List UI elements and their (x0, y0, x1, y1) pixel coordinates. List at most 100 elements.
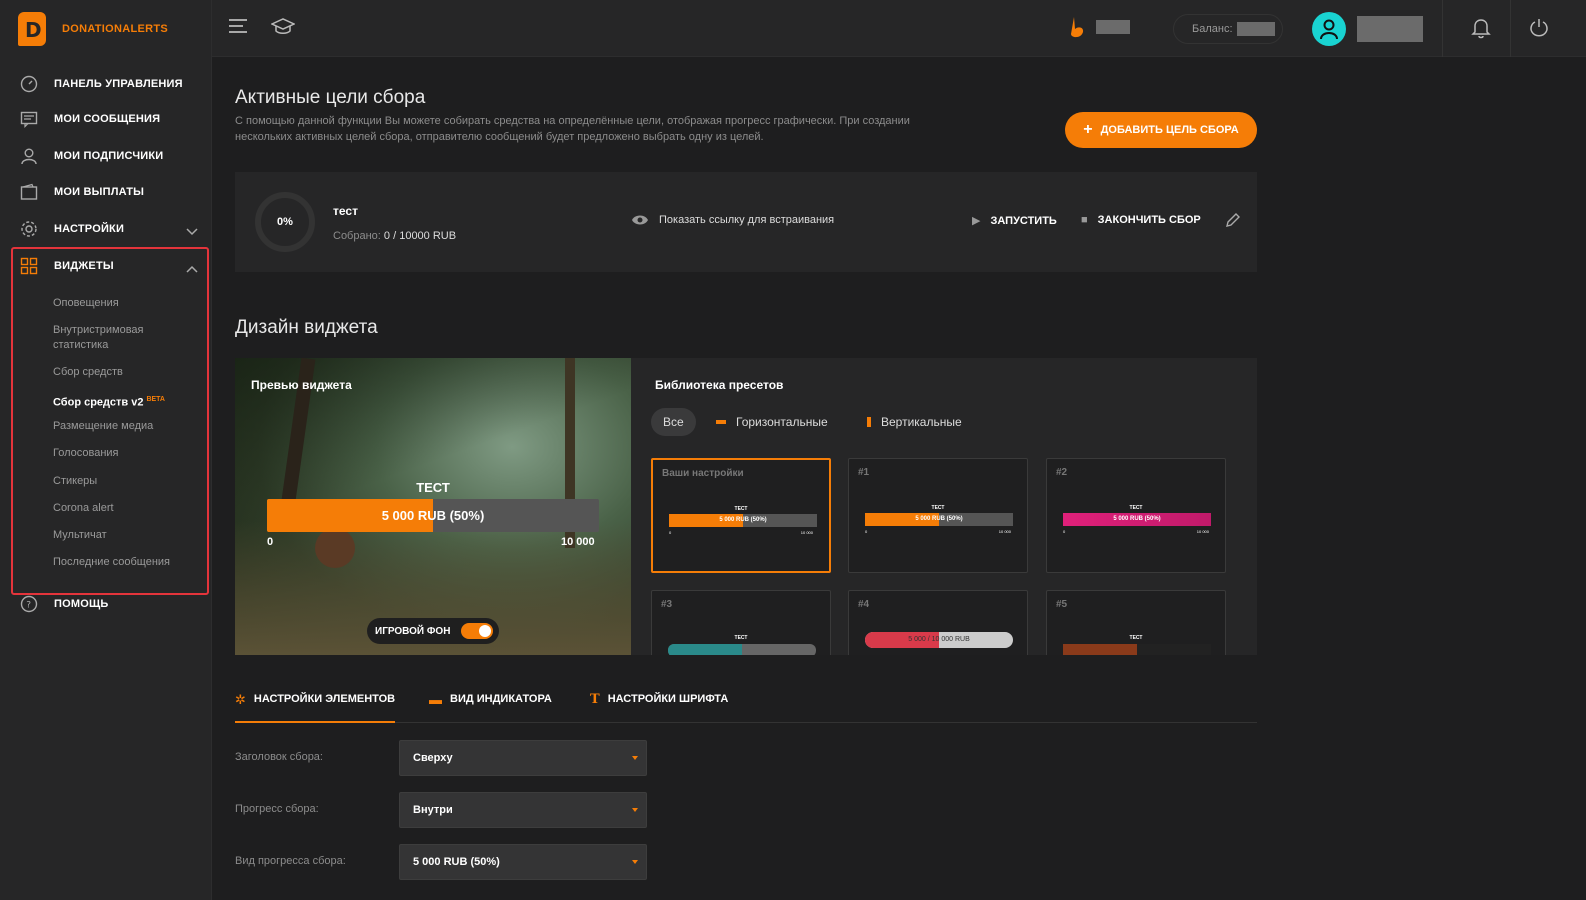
vertical-bar-icon (867, 417, 871, 427)
preset-5[interactable]: #5 ТЕСТ (1046, 590, 1226, 655)
embed-link-button[interactable]: Показать ссылку для встраивания (631, 214, 834, 226)
preset-bar-title: ТЕСТ (931, 505, 945, 511)
preset-min: 0 (865, 529, 868, 534)
sidebar-item-widgets[interactable]: ВИДЖЕТЫ (0, 248, 212, 284)
sidebar-sub-alerts[interactable]: Оповещения (53, 296, 193, 311)
sidebar-sub-label: Сбор средств v2 (53, 396, 144, 409)
preset-bar: 5 000 RUB (50%) (1063, 513, 1211, 526)
gear-icon: ✲ (235, 692, 246, 707)
preset-bar: 5 000 RUB (50%) (865, 513, 1013, 526)
preset-label: #4 (858, 599, 870, 610)
background-barrel (315, 528, 355, 568)
goal-card: 0% тест Собрано: 0 / 10000 RUB Показать … (235, 172, 1257, 272)
indicator-icon: ▬ (429, 692, 442, 707)
preset-2[interactable]: #2 ТЕСТ 5 000 RUB (50%) 0 10 000 (1046, 458, 1226, 573)
toggle-switch[interactable] (461, 623, 493, 639)
goal-collected: Собрано: 0 / 10000 RUB (333, 230, 456, 242)
title-position-select[interactable]: Сверху (399, 740, 647, 776)
preview-progress-bar: 5 000 RUB (50%) (267, 499, 599, 532)
progress-position-select[interactable]: Внутри (399, 792, 647, 828)
preset-label: #3 (661, 599, 673, 610)
preset-bar (668, 644, 816, 655)
start-button[interactable]: ▶ ЗАПУСТИТЬ (972, 214, 1057, 228)
sidebar-item-payouts[interactable]: МОИ ВЫПЛАТЫ (0, 174, 212, 210)
game-background-toggle[interactable]: ИГРОВОЙ ФОН (367, 618, 499, 644)
preview-title: Превью виджета (251, 378, 352, 392)
balance-display[interactable]: Баланс: (1173, 14, 1283, 44)
sidebar-sub-stickers[interactable]: Стикеры (53, 474, 193, 489)
widgets-grid-icon (20, 257, 38, 275)
bell-icon[interactable] (1471, 17, 1491, 44)
sidebar-sub-corona-alert[interactable]: Corona alert (53, 501, 193, 516)
preset-3[interactable]: #3 ТЕСТ (651, 590, 831, 655)
donationalerts-logo-icon (18, 12, 46, 46)
sidebar-item-settings[interactable]: НАСТРОЙКИ (0, 211, 212, 247)
preset-bar-text: 5 000 RUB (50%) (1113, 516, 1161, 522)
sidebar: DONATIONALERTS ПАНЕЛЬ УПРАВЛЕНИЯ МОИ СОО… (0, 0, 212, 900)
sidebar-item-subscribers[interactable]: МОИ ПОДПИСЧИКИ (0, 138, 212, 174)
preset-label: #5 (1056, 599, 1068, 610)
sidebar-item-help[interactable]: ? ПОМОЩЬ (0, 586, 212, 622)
filter-all[interactable]: Все (651, 408, 696, 436)
sidebar-sub-polls[interactable]: Голосования (53, 446, 193, 461)
streamer-service-icon[interactable] (1068, 16, 1088, 45)
sidebar-sub-stream-stats[interactable]: Внутристримовая статистика (53, 323, 193, 353)
sidebar-item-messages[interactable]: МОИ СООБЩЕНИЯ (0, 101, 212, 137)
edit-icon[interactable] (1225, 212, 1241, 233)
form-label: Вид прогресса сбора: (235, 855, 346, 867)
preset-4[interactable]: #4 5 000 / 10 000 RUB (848, 590, 1028, 655)
filter-vertical[interactable]: Вертикальные (867, 408, 962, 436)
menu-icon[interactable] (228, 17, 248, 40)
sidebar-item-dashboard[interactable]: ПАНЕЛЬ УПРАВЛЕНИЯ (0, 66, 212, 102)
preset-your-settings[interactable]: Ваши настройки ТЕСТ 5 000 RUB (50%) 0 10… (651, 458, 831, 573)
progress-view-select[interactable]: 5 000 RUB (50%) (399, 844, 647, 880)
tab-indicator-view[interactable]: ▬ ВИД ИНДИКАТОРА (429, 693, 552, 723)
preset-label: #2 (1056, 467, 1068, 478)
presets-library: Библиотека пресетов Все Горизонтальные В… (631, 358, 1257, 655)
preset-bar-title: ТЕСТ (734, 506, 748, 512)
logo-text: DONATIONALERTS (62, 23, 169, 35)
dashboard-icon (20, 75, 38, 93)
redacted-balance (1236, 22, 1275, 36)
form-label: Прогресс сбора: (235, 803, 319, 815)
preset-bar: 5 000 / 10 000 RUB (865, 632, 1013, 648)
tab-label: ВИД ИНДИКАТОРА (450, 693, 552, 705)
tab-font-settings[interactable]: T НАСТРОЙКИ ШРИФТА (590, 693, 728, 723)
preset-max: 10 000 (998, 529, 1011, 534)
filter-label: Горизонтальные (736, 415, 828, 429)
add-goal-button[interactable]: + ДОБАВИТЬ ЦЕЛЬ СБОРА (1065, 112, 1257, 148)
sidebar-sub-last-messages[interactable]: Последние сообщения (53, 555, 193, 570)
sidebar-sub-fundraising-v2[interactable]: Сбор средств v2 BETA (53, 392, 193, 411)
preset-1[interactable]: #1 ТЕСТ 5 000 RUB (50%) 0 10 000 (848, 458, 1028, 573)
preset-label: #1 (858, 467, 870, 478)
form-row-progress-view: Вид прогресса сбора: 5 000 RUB (50%) (235, 844, 655, 880)
power-icon[interactable] (1529, 17, 1549, 44)
wallet-icon (20, 183, 38, 201)
balance-label: Баланс: (1192, 23, 1233, 35)
form-label: Заголовок сбора: (235, 751, 323, 763)
preset-bar-title: ТЕСТ (734, 635, 748, 641)
preview-max: 10 000 (561, 536, 595, 548)
select-value: 5 000 RUB (50%) (413, 856, 500, 868)
sidebar-sub-media[interactable]: Размещение медиа (53, 419, 193, 434)
graduation-cap-icon[interactable] (270, 17, 296, 42)
preset-min: 0 (669, 530, 672, 535)
tab-label: НАСТРОЙКИ ЭЛЕМЕНТОВ (253, 693, 396, 705)
finish-button[interactable]: ■ ЗАКОНЧИТЬ СБОР (1081, 214, 1201, 226)
tab-label: НАСТРОЙКИ ШРИФТА (607, 693, 729, 705)
sidebar-item-label: ПАНЕЛЬ УПРАВЛЕНИЯ (54, 78, 183, 90)
sidebar-sub-multichat[interactable]: Мультичат (53, 528, 193, 543)
logo[interactable]: DONATIONALERTS (18, 12, 168, 46)
sidebar-sub-fundraising[interactable]: Сбор средств (53, 365, 193, 380)
form-row-title-position: Заголовок сбора: Сверху (235, 740, 655, 776)
page-description: С помощью данной функции Вы можете собир… (235, 115, 910, 143)
preview-bar-title: ТЕСТ (416, 480, 450, 495)
sidebar-item-label: ПОМОЩЬ (54, 598, 109, 610)
horizontal-bar-icon (716, 420, 726, 424)
avatar[interactable] (1312, 12, 1346, 46)
filter-horizontal[interactable]: Горизонтальные (716, 408, 828, 436)
help-icon: ? (20, 595, 38, 613)
tab-element-settings[interactable]: ✲ НАСТРОЙКИ ЭЛЕМЕНТОВ (235, 692, 396, 723)
preview-bar-text: 5 000 RUB (50%) (381, 508, 485, 523)
preset-bar-fill (1063, 644, 1137, 655)
